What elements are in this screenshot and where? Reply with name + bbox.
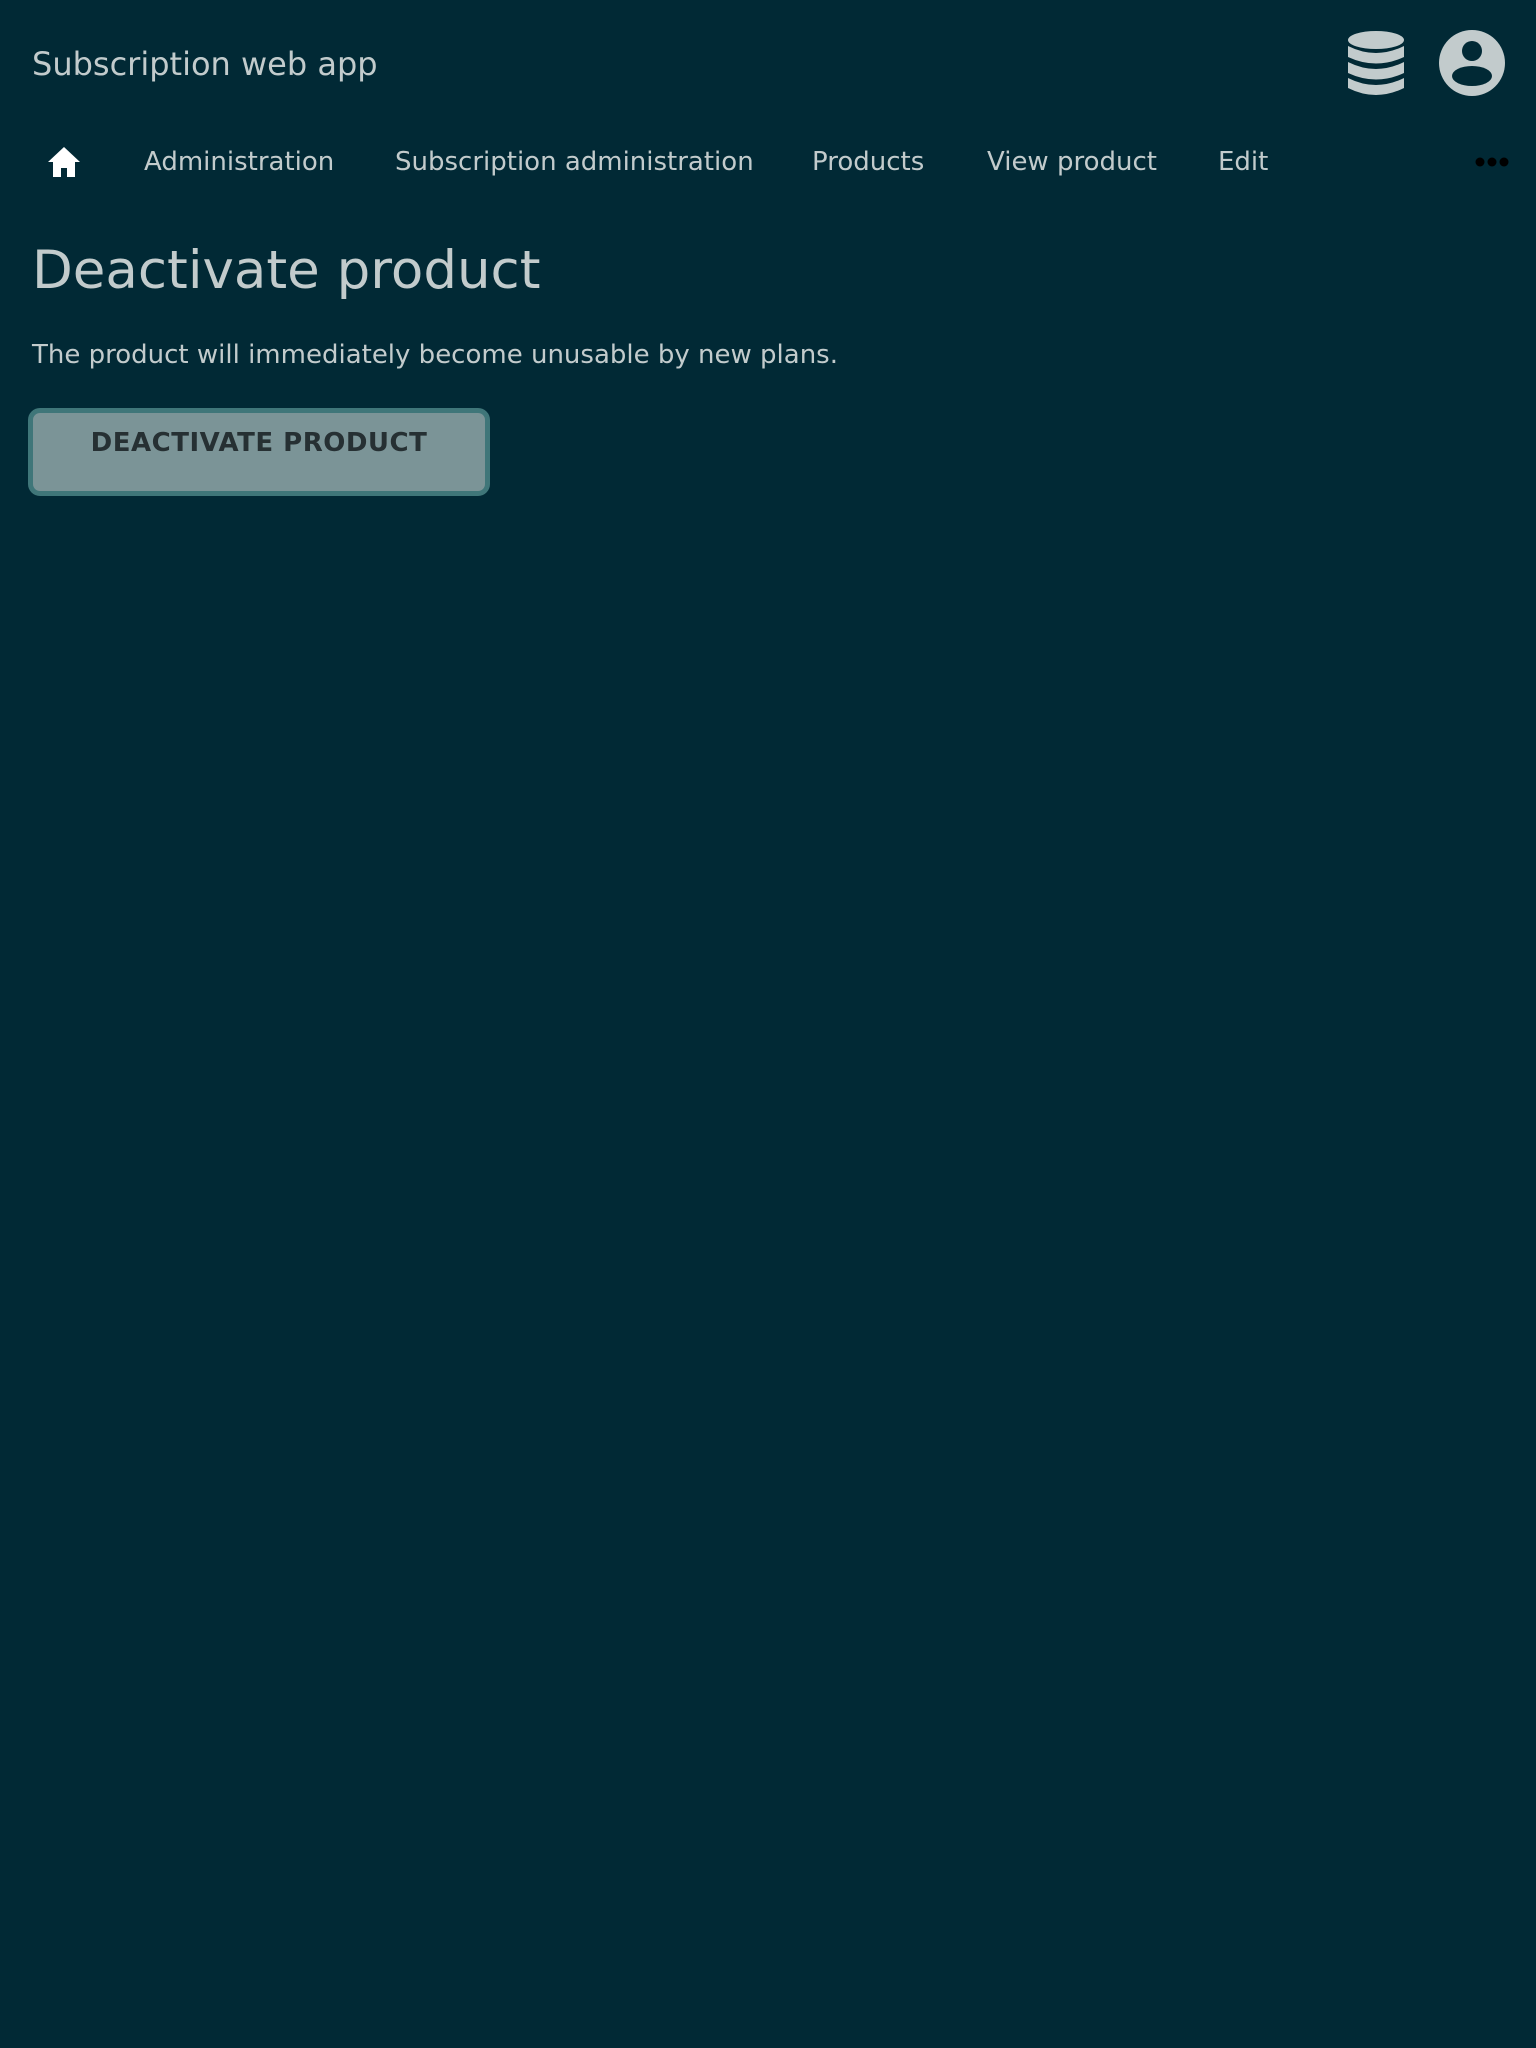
breadcrumb-subscription-administration[interactable]: Subscription administration bbox=[395, 140, 754, 184]
more-horizontal-icon[interactable] bbox=[1474, 152, 1510, 172]
database-icon[interactable] bbox=[1346, 30, 1406, 98]
app-header: Subscription web app bbox=[0, 0, 1536, 128]
breadcrumb: Administration Subscription administrati… bbox=[0, 140, 1536, 184]
account-circle-icon[interactable] bbox=[1439, 30, 1505, 96]
page-description: The product will immediately become unus… bbox=[32, 340, 838, 370]
deactivate-product-button[interactable]: DEACTIVATE PRODUCT bbox=[28, 408, 490, 496]
breadcrumb-view-product[interactable]: View product bbox=[987, 140, 1157, 184]
page-title: Deactivate product bbox=[32, 240, 541, 301]
breadcrumb-products[interactable]: Products bbox=[812, 140, 924, 184]
app-title: Subscription web app bbox=[32, 45, 378, 83]
breadcrumb-administration[interactable]: Administration bbox=[144, 140, 334, 184]
breadcrumb-edit[interactable]: Edit bbox=[1218, 140, 1268, 184]
home-icon[interactable] bbox=[46, 144, 82, 180]
